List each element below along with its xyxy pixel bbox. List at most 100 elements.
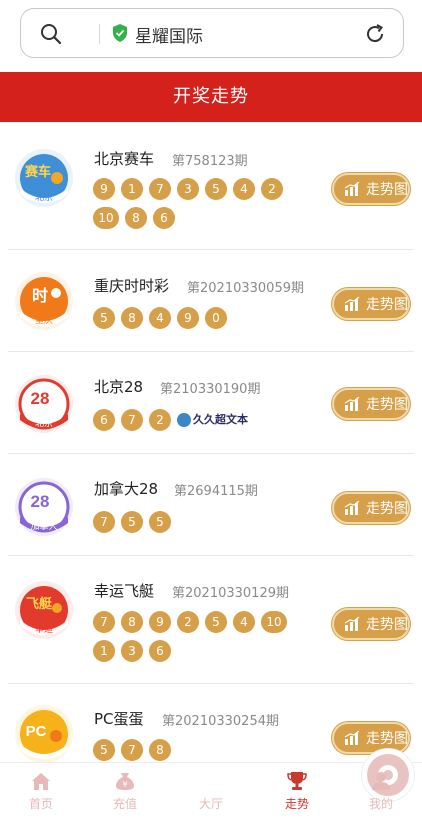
svg-text:加拿大: 加拿大 [30, 520, 57, 531]
result-ball: 9 [93, 178, 115, 200]
list-item[interactable]: 飞艇 幸运 幸运飞艇 第20210330129期 7 8 9 2 5 4 10 1 3 6 走势图 [0, 556, 422, 684]
tab-mine[interactable]: 我的 [346, 771, 416, 812]
trend-button-label: 走势图 [366, 297, 408, 313]
result-balls: 9 1 7 3 5 4 2 10 8 6 [93, 178, 313, 236]
divider [99, 24, 100, 44]
list-item[interactable]: PC PC蛋蛋 第20210330254期 578 走势图 [0, 684, 422, 762]
result-balls: 58490 [93, 307, 313, 336]
result-ball: 5 [93, 739, 115, 761]
lottery-name: 重庆时时彩 [94, 277, 170, 295]
svg-text:重庆: 重庆 [35, 314, 53, 325]
svg-text:28: 28 [31, 389, 50, 408]
result-ball: 2 [261, 178, 283, 200]
list-item[interactable]: 28 北京 北京28 第210330190期 6 7 2 久久超文本 走势图 [0, 352, 422, 454]
tab-recharge[interactable]: ¥ 充值 [90, 771, 160, 812]
lottery-logo-icon: 28 北京 [15, 375, 73, 433]
result-ball: 8 [125, 207, 147, 229]
shield-check-icon [113, 24, 127, 42]
result-ball: 3 [177, 178, 199, 200]
result-balls: 6 7 2 久久超文本 [93, 409, 313, 438]
lottery-list: 赛车 北京 北京赛车 第758123期 9 1 7 3 5 4 2 10 8 6 走势图 时 重庆 [0, 122, 422, 762]
svg-text:北京: 北京 [35, 417, 53, 428]
trend-chart-button[interactable]: 走势图 [332, 608, 410, 640]
bar-chart-icon [344, 182, 360, 196]
result-ball: 4 [233, 178, 255, 200]
page-title: 开奖走势 [0, 72, 422, 122]
list-item[interactable]: 时 重庆 重庆时时彩 第20210330059期 58490 走势图 [0, 250, 422, 352]
trend-chart-button[interactable]: 走势图 [332, 388, 410, 420]
result-ball: 6 [149, 640, 171, 662]
result-ball: 1 [93, 640, 115, 662]
trend-chart-button[interactable]: 走势图 [332, 288, 410, 320]
lottery-logo-icon: PC [15, 705, 73, 762]
trend-chart-button[interactable]: 走势图 [332, 722, 410, 754]
result-ball: 5 [149, 511, 171, 533]
lottery-name: 北京赛车 [94, 150, 155, 168]
trend-button-label: 走势图 [366, 731, 408, 747]
result-ball: 4 [149, 307, 171, 329]
tab-lobby[interactable]: 大厅 [176, 749, 414, 812]
svg-text:幸运: 幸运 [35, 624, 53, 634]
lottery-name: 北京28 [94, 378, 144, 396]
home-icon [32, 773, 50, 790]
trend-chart-button[interactable]: 走势图 [332, 492, 410, 524]
result-ball: 10 [261, 611, 287, 633]
svg-text:28: 28 [31, 492, 50, 511]
result-ball: 8 [121, 611, 143, 633]
svg-text:北京: 北京 [35, 191, 53, 202]
result-ball: 3 [121, 640, 143, 662]
result-ball: 1 [121, 178, 143, 200]
address-bar[interactable]: 星耀国际 [20, 8, 404, 58]
result-ball: 7 [149, 178, 171, 200]
tab-trend[interactable]: 走势 [262, 771, 332, 812]
bar-chart-icon [344, 297, 360, 311]
svg-text:¥: ¥ [122, 780, 127, 789]
search-icon[interactable] [39, 22, 63, 46]
tab-label: 充值 [112, 797, 137, 811]
result-ball: 6 [153, 207, 175, 229]
site-name: 星耀国际 [135, 27, 203, 47]
result-balls: 578 [93, 739, 313, 762]
result-ball: 5 [205, 178, 227, 200]
result-ball: 7 [121, 409, 143, 431]
user-icon [372, 772, 390, 790]
lottery-name: 幸运飞艇 [94, 582, 155, 600]
lottery-name: PC蛋蛋 [94, 710, 144, 728]
money-bag-icon: ¥ [116, 773, 134, 790]
lottery-logo-icon: 28 加拿大 [15, 478, 73, 536]
lottery-period: 第20210330059期 [187, 281, 304, 296]
list-item[interactable]: 赛车 北京 北京赛车 第758123期 9 1 7 3 5 4 2 10 8 6 走势图 [0, 122, 422, 250]
lottery-period: 第20210330129期 [172, 586, 289, 601]
lottery-period: 第20210330254期 [162, 714, 279, 729]
svg-text:飞艇: 飞艇 [26, 596, 53, 611]
tab-label: 走势 [284, 797, 309, 811]
lottery-logo-icon: 赛车 北京 [15, 149, 73, 207]
reload-icon[interactable] [363, 22, 387, 46]
result-ball: 5 [205, 611, 227, 633]
lottery-name: 加拿大28 [94, 480, 159, 498]
lottery-period: 第2694115期 [174, 484, 258, 499]
result-ball: 7 [93, 511, 115, 533]
watermark: 久久超文本 [177, 411, 248, 427]
result-ball: 4 [233, 611, 255, 633]
bar-chart-icon [344, 397, 360, 411]
tab-label: 我的 [368, 797, 393, 811]
result-ball: 6 [93, 409, 115, 431]
result-ball: 8 [149, 739, 171, 761]
result-ball: 0 [205, 307, 227, 329]
watermark-logo-icon [177, 413, 191, 427]
result-ball: 7 [121, 739, 143, 761]
lottery-logo-icon: 时 重庆 [15, 272, 73, 330]
trend-chart-button[interactable]: 走势图 [332, 173, 410, 205]
result-balls: 755 [93, 511, 313, 540]
bar-chart-icon [344, 501, 360, 515]
result-ball: 9 [149, 611, 171, 633]
list-item[interactable]: 28 加拿大 加拿大28 第2694115期 755 走势图 [0, 454, 422, 556]
trend-button-label: 走势图 [366, 501, 408, 517]
result-ball: 10 [93, 207, 119, 229]
svg-text:PC: PC [26, 723, 47, 740]
result-ball: 8 [121, 307, 143, 329]
result-balls: 7 8 9 2 5 4 10 1 3 6 [93, 611, 313, 669]
result-ball: 7 [93, 611, 115, 633]
tab-home[interactable]: 首页 [6, 771, 76, 812]
